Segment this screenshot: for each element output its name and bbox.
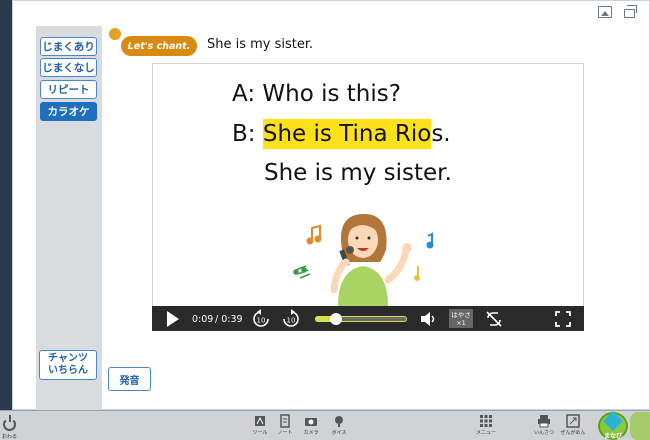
- forward-label: 10: [287, 317, 296, 325]
- current-time: 0:09: [192, 314, 214, 325]
- chant-list-label-1: チャンツ: [48, 353, 88, 364]
- forward-10-icon[interactable]: 10: [281, 309, 301, 329]
- lyric-line-2-rest: s.: [431, 121, 451, 147]
- microphone-icon: [335, 416, 343, 427]
- music-note-icon-2: [293, 265, 311, 279]
- play-icon[interactable]: [167, 311, 179, 327]
- lyric-line-2: B: She is Tina Rios.: [232, 119, 451, 149]
- loop-off-icon[interactable]: [484, 309, 504, 329]
- camera-icon: [305, 418, 317, 426]
- tool-icon: [255, 416, 265, 426]
- subtitle-on-button[interactable]: じまくあり: [40, 37, 97, 56]
- taskbar-note[interactable]: ノート: [272, 412, 298, 438]
- decor-dot: [109, 28, 121, 40]
- taskbar-camera[interactable]: カメラ: [298, 412, 324, 438]
- taskbar-label: ノート: [277, 430, 293, 436]
- chant-list-label-2: いちらん: [48, 365, 88, 376]
- note-icon: [280, 414, 290, 428]
- manabi-label: まなび: [604, 433, 623, 440]
- taskbar-label: ツール: [252, 430, 268, 436]
- taskbar-print[interactable]: いんさつ: [531, 412, 557, 438]
- lyric-highlight: She is Tina Rio: [262, 119, 432, 149]
- music-note-icon-4: [414, 266, 420, 281]
- music-note-icon: [306, 224, 322, 245]
- expand-icon: [566, 414, 580, 428]
- side-tab[interactable]: [630, 412, 650, 440]
- lyric-line-2-prefix: B:: [232, 121, 263, 147]
- taskbar-label: ぜんがめん: [560, 430, 586, 436]
- rewind-10-icon[interactable]: 10: [251, 309, 271, 329]
- chant-badge: Let's chant.: [121, 36, 197, 56]
- app-window: じまくあり じまくなし リピート カラオケ チャンツ いちらん 発音 Let's…: [0, 0, 650, 440]
- taskbar-fullscreen[interactable]: ぜんがめん: [560, 412, 586, 438]
- printer-icon: [538, 415, 550, 428]
- pronunciation-button[interactable]: 発音: [108, 367, 151, 391]
- taskbar-menu[interactable]: メニュー: [473, 412, 499, 438]
- fullscreen-icon[interactable]: [553, 309, 573, 329]
- rewind-label: 10: [257, 317, 266, 325]
- taskbar-tool[interactable]: ツール: [247, 412, 273, 438]
- music-note-icon-3: [426, 232, 434, 249]
- repeat-button[interactable]: リピート: [40, 80, 97, 99]
- subtitle-off-button[interactable]: じまくなし: [40, 58, 97, 77]
- window-copy-icon[interactable]: [624, 5, 637, 18]
- lyric-line-3: She is my sister.: [264, 160, 452, 186]
- power-label: おわる: [2, 434, 18, 440]
- taskbar-label: ボイス: [331, 430, 347, 436]
- chant-title: She is my sister.: [207, 37, 314, 52]
- volume-icon[interactable]: [418, 309, 438, 329]
- grid-icon: [480, 415, 492, 427]
- singer-illustration: [293, 214, 434, 306]
- taskbar-label: メニュー: [475, 430, 496, 436]
- taskbar-label: カメラ: [303, 430, 319, 436]
- speed-label-1: はやさ: [451, 310, 471, 319]
- karaoke-button[interactable]: カラオケ: [40, 102, 97, 121]
- power-icon[interactable]: [3, 415, 16, 431]
- taskbar-label: いんさつ: [533, 430, 554, 436]
- taskbar-voice[interactable]: ボイス: [326, 412, 352, 438]
- speed-label-2: ×1: [456, 318, 466, 327]
- total-time: / 0:39: [215, 314, 243, 325]
- lyric-line-1: A: Who is this?: [232, 81, 401, 107]
- speed-button[interactable]: はやさ ×1: [449, 309, 473, 328]
- chant-list-button[interactable]: チャンツ いちらん: [39, 350, 97, 380]
- picture-icon[interactable]: [598, 6, 612, 18]
